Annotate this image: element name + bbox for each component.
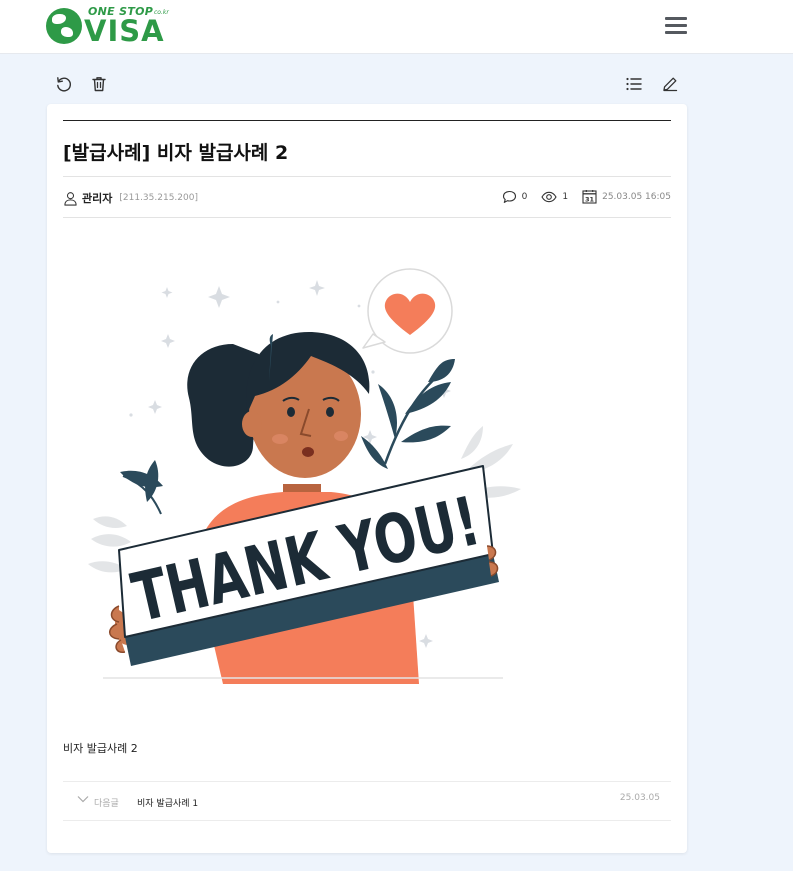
author-name[interactable]: 관리자	[82, 190, 112, 206]
chevron-down-icon	[77, 796, 89, 803]
comment-count: 0	[502, 190, 528, 204]
meta-divider-bottom	[63, 217, 671, 218]
post-title: [발급사례] 비자 발급사례 2	[63, 142, 289, 164]
post-datetime: 25.03.05 16:05	[602, 191, 671, 202]
write-button[interactable]	[660, 74, 680, 94]
nav-divider-bottom	[63, 820, 671, 821]
post-author: 관리자 [211.35.215.200]	[63, 190, 198, 206]
list-button[interactable]	[624, 74, 644, 94]
meta-divider-top	[63, 176, 671, 177]
trash-icon	[92, 77, 106, 92]
refresh-button[interactable]	[54, 74, 74, 94]
thank-you-illustration: THANK YOU!	[88, 268, 521, 684]
next-post-link[interactable]: 다음글 비자 발급사례 1 25.03.05	[63, 781, 671, 820]
next-post-label: 다음글	[94, 799, 119, 809]
comment-icon	[502, 190, 516, 203]
logo-wordmark: VISA	[84, 14, 165, 48]
refresh-icon	[57, 77, 72, 92]
hamburger-icon	[665, 17, 687, 20]
delete-button[interactable]	[89, 74, 109, 94]
post-date: 31 25.03.05 16:05	[582, 189, 671, 204]
menu-button[interactable]	[665, 16, 687, 36]
list-icon	[626, 77, 642, 91]
globe-icon	[46, 8, 82, 44]
post-card: [발급사례] 비자 발급사례 2 관리자 [211.35.215.200] 0 …	[47, 104, 687, 853]
next-post-date: 25.03.05	[619, 793, 660, 803]
eye-icon	[541, 191, 558, 202]
author-ip: [211.35.215.200]	[119, 193, 198, 203]
view-count-value: 1	[562, 191, 569, 202]
top-bar: ONE STOP co.kr VISA	[0, 0, 793, 54]
comment-count-value: 0	[521, 191, 528, 202]
calendar-icon: 31	[582, 190, 597, 204]
view-count: 1	[541, 191, 568, 203]
heart-bubble-icon	[362, 268, 453, 354]
user-icon	[63, 191, 78, 206]
title-divider	[63, 120, 671, 121]
next-post-title[interactable]: 비자 발급사례 1	[137, 796, 198, 809]
post-body: 비자 발급사례 2	[63, 742, 138, 755]
post-stats: 0 1 31 25.03.05 16:05	[502, 189, 671, 204]
calendar-day: 31	[585, 195, 595, 203]
pencil-icon	[663, 77, 678, 92]
site-logo[interactable]: ONE STOP co.kr VISA	[46, 4, 170, 48]
